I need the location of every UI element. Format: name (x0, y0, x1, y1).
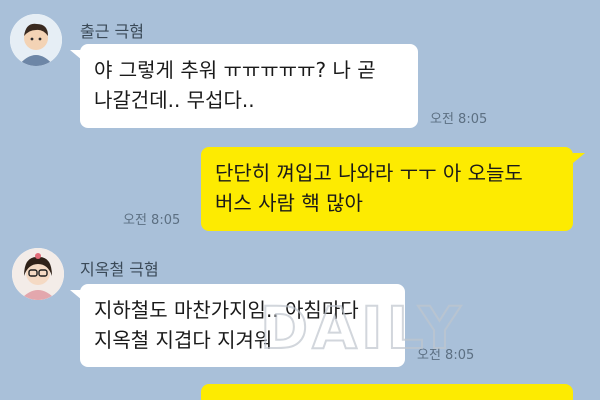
chat-window: 출근 극혐 야 그렇게 추워 ㅠㅠㅠㅠㅠ? 나 곧 나갈건데.. 무섭다.. 오… (0, 0, 600, 400)
watermark: DAILY (259, 293, 465, 363)
watermark-text: DAILY (260, 294, 465, 362)
